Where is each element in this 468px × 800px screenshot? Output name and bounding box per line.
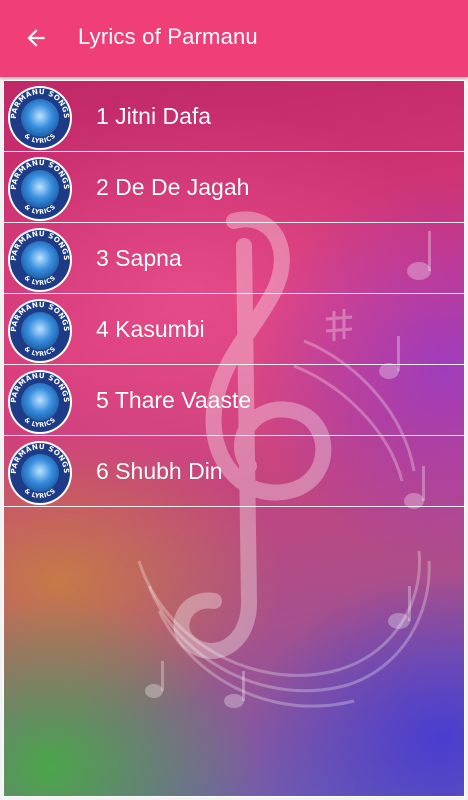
album-badge-icon: PARMANU SONGS & LYRICS bbox=[8, 228, 72, 292]
app-screen: Lyrics of Parmanu PARMANU SONGS & LYRICS… bbox=[0, 0, 468, 800]
list-item[interactable]: PARMANU SONGS & LYRICS 6 Shubh Din bbox=[4, 436, 464, 507]
song-title: 2 De De Jagah bbox=[96, 174, 250, 200]
album-badge-icon: PARMANU SONGS & LYRICS bbox=[8, 441, 72, 505]
list-item[interactable]: PARMANU SONGS & LYRICS 3 Sapna bbox=[4, 223, 464, 294]
song-list: PARMANU SONGS & LYRICS 1 Jitni Dafa PARM… bbox=[4, 81, 464, 507]
song-title: 3 Sapna bbox=[96, 245, 182, 271]
page-title: Lyrics of Parmanu bbox=[78, 24, 258, 49]
album-badge-icon: PARMANU SONGS & LYRICS bbox=[8, 370, 72, 434]
list-item[interactable]: PARMANU SONGS & LYRICS 1 Jitni Dafa bbox=[4, 81, 464, 152]
app-bar: Lyrics of Parmanu bbox=[0, 0, 468, 77]
album-badge-icon: PARMANU SONGS & LYRICS bbox=[8, 86, 72, 150]
song-title: 6 Shubh Din bbox=[96, 458, 223, 484]
album-badge-icon: PARMANU SONGS & LYRICS bbox=[8, 299, 72, 363]
list-item[interactable]: PARMANU SONGS & LYRICS 4 Kasumbi bbox=[4, 294, 464, 365]
list-item[interactable]: PARMANU SONGS & LYRICS 2 De De Jagah bbox=[4, 152, 464, 223]
back-button[interactable] bbox=[14, 16, 58, 60]
song-title: 5 Thare Vaaste bbox=[96, 387, 252, 413]
song-title: 1 Jitni Dafa bbox=[96, 103, 212, 129]
arrow-back-icon bbox=[27, 29, 45, 47]
song-list-panel[interactable]: PARMANU SONGS & LYRICS 1 Jitni Dafa PARM… bbox=[3, 80, 465, 797]
song-title: 4 Kasumbi bbox=[96, 316, 205, 342]
list-item[interactable]: PARMANU SONGS & LYRICS 5 Thare Vaaste bbox=[4, 365, 464, 436]
album-badge-icon: PARMANU SONGS & LYRICS bbox=[8, 157, 72, 221]
